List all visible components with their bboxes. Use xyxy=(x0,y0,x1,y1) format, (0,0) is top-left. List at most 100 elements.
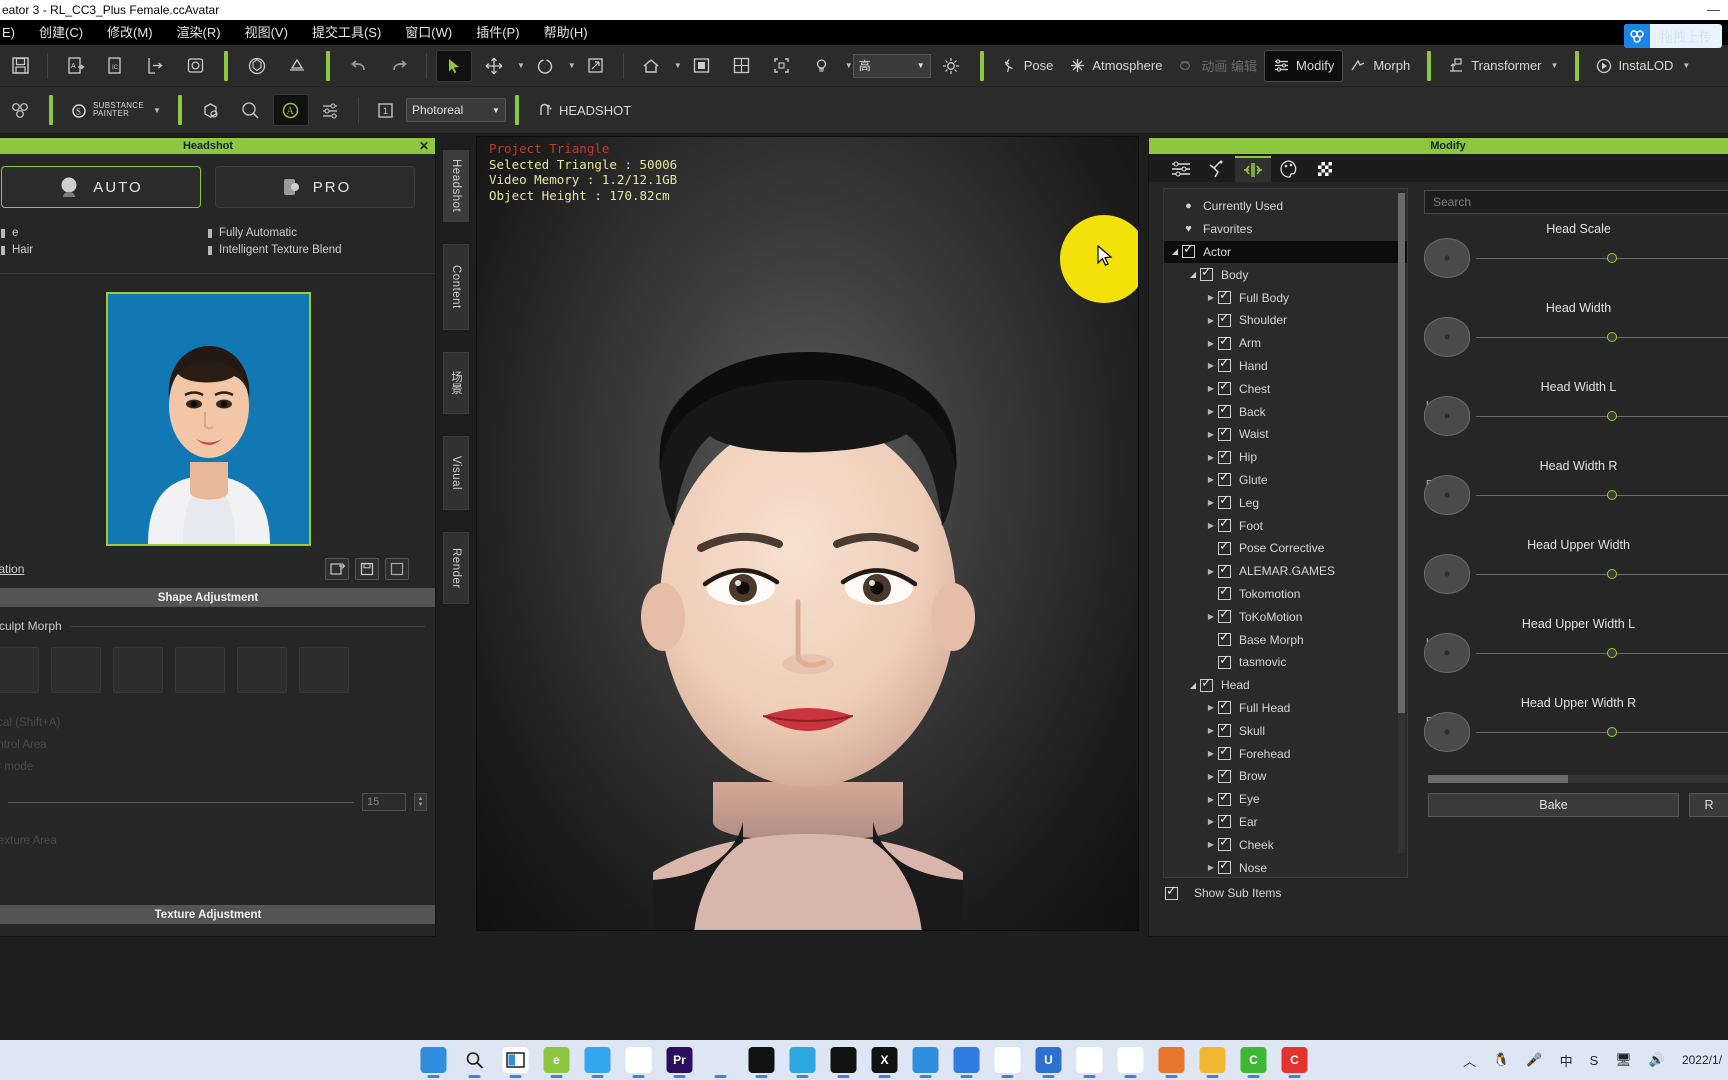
morph-slider-face-knob[interactable] xyxy=(1424,712,1470,752)
morph-tree[interactable]: ● Currently Used ♥ Favorites ◢ Actor ◢ Body ▶ Ful… xyxy=(1163,188,1408,878)
taskbar-wechat-green-icon[interactable]: C xyxy=(1240,1047,1267,1073)
show-sub-items-checkbox[interactable] xyxy=(1165,883,1178,900)
tree-item[interactable]: ▶ Waist xyxy=(1164,423,1407,446)
taskbar-x-app-icon[interactable]: X xyxy=(871,1047,898,1073)
tree-item-checkbox[interactable] xyxy=(1218,857,1231,874)
save-as-icon[interactable]: A xyxy=(58,51,92,81)
tree-item[interactable]: ▶ ALEMAR.GAMES xyxy=(1164,560,1407,583)
substance-painter-button[interactable]: S SUBSTANCE PAINTER ▼ xyxy=(62,95,169,125)
tree-item[interactable]: ▶ Ear xyxy=(1164,811,1407,834)
headshot-mode-pro[interactable]: PRO xyxy=(215,166,415,208)
taskbar-blue-pen-icon[interactable] xyxy=(912,1047,939,1073)
tree-item-checkbox[interactable] xyxy=(1218,697,1231,715)
bake-button[interactable]: Bake xyxy=(1428,793,1679,817)
tray-qq-penguin-icon[interactable]: 🐧 xyxy=(1493,1052,1509,1068)
redo-icon[interactable] xyxy=(382,51,416,81)
morph-slider-track[interactable] xyxy=(1476,726,1728,737)
tree-item[interactable]: ♥ Favorites xyxy=(1164,218,1407,241)
transformer-button[interactable]: Transformer ▼ xyxy=(1440,51,1566,81)
chevron-right-icon[interactable]: ▶ xyxy=(1204,703,1218,712)
chevron-right-icon[interactable]: ▶ xyxy=(1204,475,1218,484)
morph-slider-track[interactable] xyxy=(1476,568,1728,579)
taskbar-dark-tool-icon[interactable] xyxy=(748,1047,775,1073)
settings-icon[interactable] xyxy=(314,95,348,125)
tree-item[interactable]: Base Morph xyxy=(1164,628,1407,651)
tree-item[interactable]: ▶ Hand xyxy=(1164,355,1407,378)
morph-slider-track[interactable] xyxy=(1476,410,1728,421)
import-icon[interactable]: IC xyxy=(98,51,132,81)
tree-item-checkbox[interactable] xyxy=(1218,310,1231,327)
reset-image-icon[interactable] xyxy=(385,558,409,580)
taskbar-robot-app-icon[interactable] xyxy=(830,1047,857,1073)
tree-item[interactable]: ▶ ToKoMotion xyxy=(1164,605,1407,628)
tree-item[interactable]: ▶ Hip xyxy=(1164,446,1407,469)
menu-item-5[interactable]: 提交工具(S) xyxy=(300,20,393,45)
morph-slider-track[interactable] xyxy=(1476,331,1728,342)
tree-item-checkbox[interactable] xyxy=(1218,720,1231,738)
tab-pose-icon[interactable] xyxy=(1199,156,1235,182)
tree-item-checkbox[interactable] xyxy=(1182,241,1195,259)
upload-button[interactable]: 拖拽上传 xyxy=(1623,24,1722,48)
home-icon[interactable] xyxy=(634,51,668,81)
tree-item[interactable]: tasmovic xyxy=(1164,651,1407,674)
morph-slider-handle[interactable] xyxy=(1607,331,1618,342)
headshot-mode-auto[interactable]: AUTO xyxy=(1,166,201,208)
taskbar-clock[interactable]: 2022/1/ xyxy=(1682,1053,1722,1067)
animation-editor-button[interactable]: 动画 编辑 xyxy=(1170,51,1265,81)
morph-slider-handle[interactable] xyxy=(1607,252,1618,263)
taskbar-start-windows-icon[interactable] xyxy=(420,1047,447,1073)
chevron-right-icon[interactable]: ▶ xyxy=(1204,795,1218,804)
preview-icon[interactable] xyxy=(178,51,212,81)
chevron-down-icon[interactable]: ◢ xyxy=(1168,247,1182,256)
chevron-right-icon[interactable]: ▶ xyxy=(1204,840,1218,849)
taskbar-green-globe-icon[interactable] xyxy=(707,1047,734,1073)
character-icon[interactable] xyxy=(194,95,228,125)
tree-item[interactable]: Tokomotion xyxy=(1164,583,1407,606)
terrain-icon[interactable] xyxy=(280,51,314,81)
tray-network-icon[interactable]: 🖥 xyxy=(1615,1052,1632,1068)
tree-item[interactable]: ▶ Back xyxy=(1164,400,1407,423)
pose-button[interactable]: Pose xyxy=(993,51,1062,81)
tray-volume-icon[interactable]: 🔊 xyxy=(1649,1052,1665,1068)
chevron-right-icon[interactable]: ▶ xyxy=(1204,817,1218,826)
tree-item[interactable]: ▶ Full Head xyxy=(1164,697,1407,720)
taskbar-red-c-app-icon[interactable]: C xyxy=(1281,1047,1308,1073)
close-icon[interactable]: ✕ xyxy=(419,139,429,153)
tray-microphone-icon[interactable]: 🎤 xyxy=(1526,1052,1542,1068)
taskbar-task-view-icon[interactable] xyxy=(502,1047,529,1073)
source-photo[interactable] xyxy=(105,292,311,546)
taskbar-search-icon[interactable] xyxy=(462,1047,488,1073)
instalod-button[interactable]: InstaLOD ▼ xyxy=(1588,51,1698,81)
taskbar-telegram-icon[interactable] xyxy=(625,1047,652,1073)
export-icon[interactable] xyxy=(138,51,172,81)
tree-item-checkbox[interactable] xyxy=(1218,789,1231,806)
save-image-icon[interactable] xyxy=(355,558,379,580)
morph-cell-mouth[interactable] xyxy=(237,647,287,693)
reset-button[interactable]: R xyxy=(1689,793,1728,817)
taskbar-design-app-icon[interactable] xyxy=(953,1047,980,1073)
image-separation-link[interactable]: paration xyxy=(0,562,24,576)
viewport-tab-headshot[interactable]: Headshot xyxy=(443,150,469,222)
search-input[interactable]: Search xyxy=(1424,190,1728,214)
tree-item[interactable]: ◢ Body xyxy=(1164,263,1407,286)
move-dropdown-caret[interactable]: ▼ xyxy=(517,61,525,70)
taskbar-bird-app-icon[interactable] xyxy=(584,1047,611,1073)
tree-item[interactable]: ◢ Head xyxy=(1164,674,1407,697)
tree-item[interactable]: ◢ Actor xyxy=(1164,240,1407,264)
tree-item[interactable]: ▶ Forehead xyxy=(1164,742,1407,765)
tree-item-checkbox[interactable] xyxy=(1218,538,1231,555)
tree-item-checkbox[interactable] xyxy=(1218,561,1231,578)
appearance-icon[interactable] xyxy=(234,95,268,125)
chevron-right-icon[interactable]: ▶ xyxy=(1204,453,1218,462)
save-icon[interactable] xyxy=(3,51,37,81)
tree-item-checkbox[interactable] xyxy=(1218,401,1231,419)
frame-icon[interactable] xyxy=(765,51,799,81)
chevron-right-icon[interactable]: ▶ xyxy=(1204,863,1218,872)
calendar-icon[interactable]: 1 xyxy=(369,95,403,125)
tree-item-checkbox[interactable] xyxy=(1200,675,1213,692)
mesh-icon[interactable] xyxy=(3,95,37,125)
tree-item[interactable]: ▶ Chest xyxy=(1164,377,1407,400)
light-dropdown-caret[interactable]: ▼ xyxy=(845,61,853,70)
tray-ime-chinese-icon[interactable]: 中 xyxy=(1560,1051,1573,1070)
morph-slider-face-knob[interactable] xyxy=(1424,396,1470,436)
